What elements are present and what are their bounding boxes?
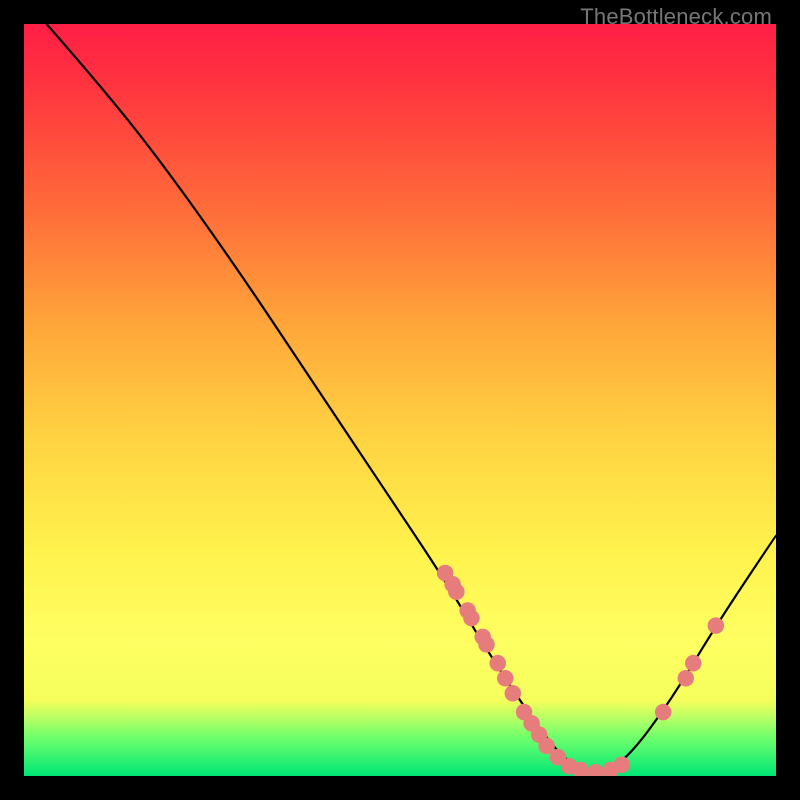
chart-curve (47, 24, 776, 772)
chart-plot-area (24, 24, 776, 776)
chart-marker (489, 655, 506, 672)
chart-marker (614, 756, 631, 773)
chart-marker (708, 617, 725, 634)
chart-marker (587, 764, 604, 776)
chart-marker (655, 704, 672, 721)
chart-marker (505, 685, 522, 702)
chart-marker (478, 636, 495, 653)
chart-marker (448, 583, 465, 600)
watermark-text: TheBottleneck.com (580, 4, 772, 30)
chart-marker (497, 670, 514, 687)
chart-svg (24, 24, 776, 776)
chart-marker (685, 655, 702, 672)
chart-marker (463, 610, 480, 627)
chart-marker (677, 670, 694, 687)
